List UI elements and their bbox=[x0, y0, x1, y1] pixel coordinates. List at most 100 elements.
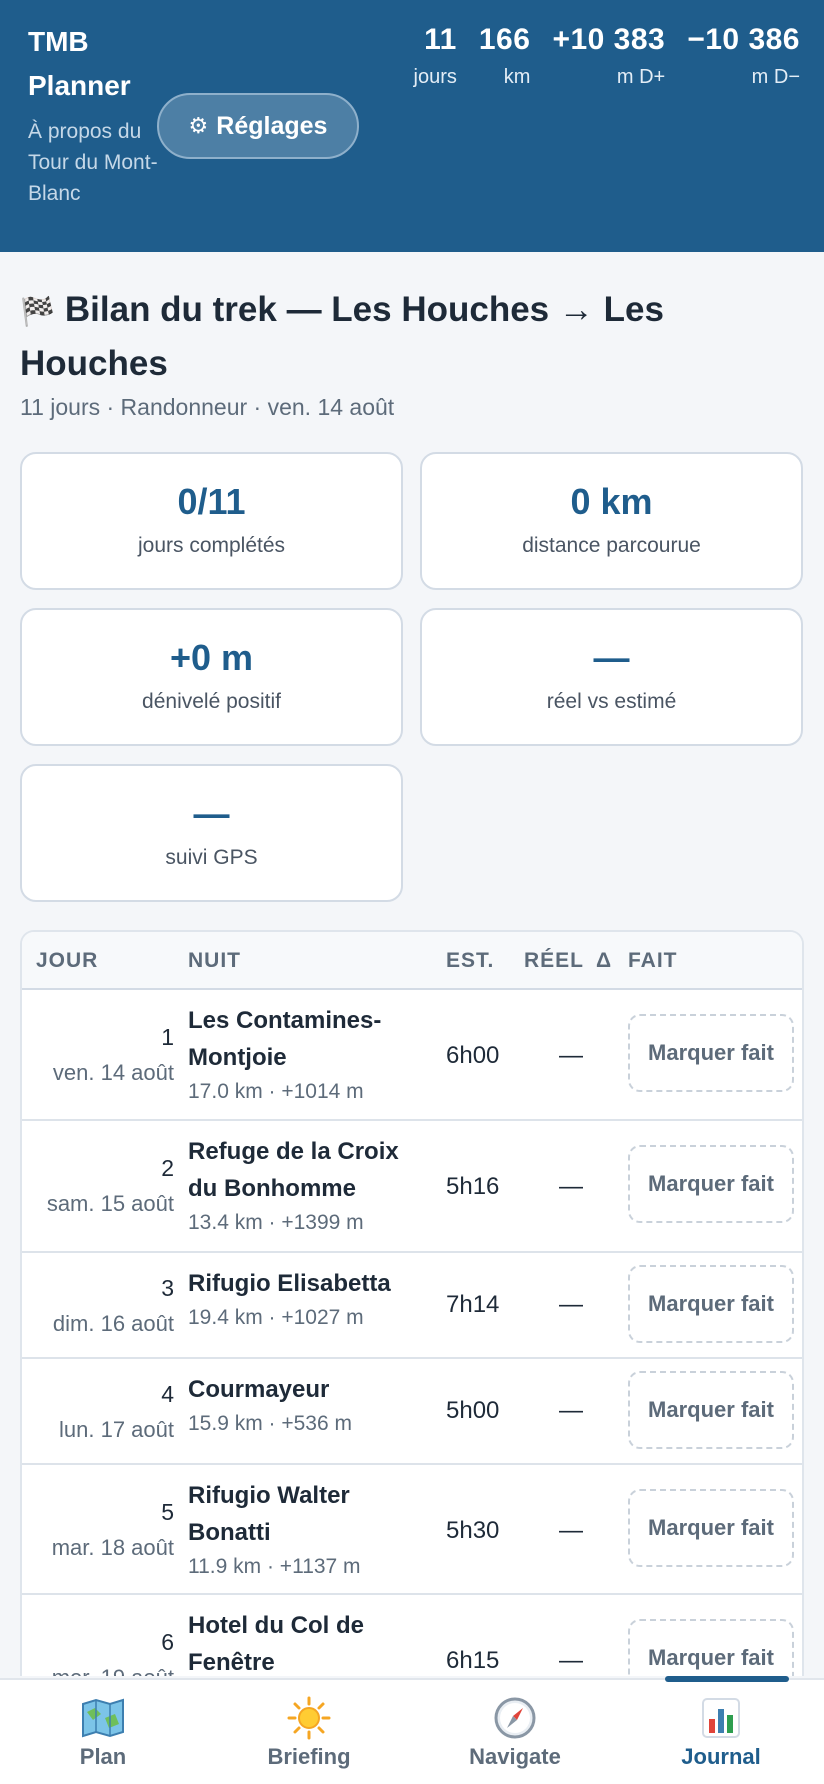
card-value: — bbox=[193, 793, 230, 834]
day-number: 5 bbox=[161, 1499, 174, 1525]
stat-unit: jours bbox=[413, 66, 457, 88]
mark-done-button[interactable]: Marquer fait bbox=[628, 1014, 794, 1092]
table-row: 5 mar. 18 août Rifugio Walter Bonatti 11… bbox=[22, 1465, 802, 1595]
days-table: JOUR NUIT EST. RÉEL Δ FAIT 1 ven. 14 aoû… bbox=[20, 930, 804, 1676]
real-time: — bbox=[559, 1173, 583, 1200]
table-header: JOUR NUIT EST. RÉEL Δ FAIT bbox=[22, 932, 802, 990]
map-icon bbox=[0, 1696, 206, 1740]
night-cell: Refuge de la Croix du Bonhomme 13.4 km ·… bbox=[188, 1133, 428, 1239]
night-name: Rifugio Walter Bonatti bbox=[188, 1482, 350, 1546]
stat-value: 166 bbox=[478, 23, 531, 56]
col-day: JOUR bbox=[36, 949, 99, 972]
real-time: — bbox=[559, 1517, 583, 1544]
stat-distance: 166 km bbox=[479, 18, 531, 92]
estimated-time: 7h14 bbox=[446, 1291, 500, 1318]
day-number: 1 bbox=[161, 1024, 174, 1050]
card-distance: 0 km distance parcourue bbox=[420, 452, 803, 590]
night-name: Refuge de la Croix du Bonhomme bbox=[188, 1138, 399, 1202]
stat-value: −10 386 bbox=[687, 23, 800, 56]
nav-label: Plan bbox=[79, 1744, 127, 1769]
stat-value: +10 383 bbox=[552, 23, 666, 56]
nav-navigate[interactable]: Navigate bbox=[412, 1680, 618, 1784]
day-date: ven. 14 août bbox=[52, 1060, 174, 1085]
day-date: sam. 15 août bbox=[46, 1191, 174, 1216]
gear-icon: ⚙ bbox=[188, 113, 209, 138]
night-cell: Les Contamines-Montjoie 17.0 km · +1014 … bbox=[188, 1002, 428, 1108]
card-real-vs-estimate: — réel vs estimé bbox=[420, 608, 803, 746]
card-label: suivi GPS bbox=[165, 846, 258, 869]
day-number: 2 bbox=[161, 1155, 174, 1181]
nav-journal[interactable]: Journal bbox=[618, 1676, 824, 1784]
estimated-time: 5h00 bbox=[446, 1397, 500, 1424]
app-header: TMB Planner À propos du Tour du Mont-Bla… bbox=[0, 0, 824, 252]
real-time: — bbox=[559, 1042, 583, 1069]
compass-icon bbox=[412, 1696, 618, 1740]
settings-button[interactable]: ⚙ Réglages bbox=[157, 93, 359, 159]
table-row: 4 lun. 17 août Courmayeur 15.9 km · +536… bbox=[22, 1359, 802, 1465]
col-delta: Δ bbox=[596, 949, 613, 972]
real-time: — bbox=[559, 1291, 583, 1318]
card-value: 0 km bbox=[570, 481, 653, 522]
app-title: TMB Planner bbox=[28, 26, 131, 101]
mark-done-button[interactable]: Marquer fait bbox=[628, 1145, 794, 1223]
night-cell: Hotel du Col de Fenêtre bbox=[188, 1607, 428, 1676]
page-title-text: Bilan du trek — Les Houches → Les Houche… bbox=[20, 290, 664, 383]
col-real: RÉEL bbox=[524, 949, 585, 972]
night-name: Les Contamines-Montjoie bbox=[188, 1007, 382, 1071]
stat-unit: km bbox=[503, 66, 531, 88]
card-value: — bbox=[593, 637, 630, 678]
night-cell: Courmayeur 15.9 km · +536 m bbox=[188, 1371, 428, 1440]
night-meta: 19.4 km · +1027 m bbox=[188, 1306, 364, 1329]
day-number: 3 bbox=[161, 1275, 174, 1301]
night-meta: 11.9 km · +1137 m bbox=[188, 1555, 361, 1578]
mark-done-button[interactable]: Marquer fait bbox=[628, 1619, 794, 1676]
day-date: mer. 19 août bbox=[52, 1665, 174, 1676]
night-name: Courmayeur bbox=[188, 1376, 330, 1403]
brand: TMB Planner À propos du Tour du Mont-Bla… bbox=[28, 20, 158, 209]
estimated-time: 5h16 bbox=[446, 1173, 500, 1200]
night-name: Hotel du Col de Fenêtre bbox=[188, 1612, 364, 1676]
mark-done-button[interactable]: Marquer fait bbox=[628, 1489, 794, 1567]
card-ascent: +0 m dénivelé positif bbox=[20, 608, 403, 746]
day-date: dim. 16 août bbox=[52, 1311, 174, 1336]
day-number: 6 bbox=[161, 1629, 174, 1655]
stat-value: 11 bbox=[424, 23, 457, 56]
estimated-time: 5h30 bbox=[446, 1517, 500, 1544]
nav-plan[interactable]: Plan bbox=[0, 1680, 206, 1784]
card-label: réel vs estimé bbox=[546, 690, 677, 713]
night-cell: Rifugio Walter Bonatti 11.9 km · +1137 m bbox=[188, 1477, 428, 1583]
day-number: 4 bbox=[161, 1381, 174, 1407]
col-night: NUIT bbox=[188, 949, 241, 972]
day-date: lun. 17 août bbox=[59, 1417, 174, 1442]
table-row: 2 sam. 15 août Refuge de la Croix du Bon… bbox=[22, 1121, 802, 1253]
card-days-completed: 0/11 jours complétés bbox=[20, 452, 403, 590]
day-date: mar. 18 août bbox=[51, 1535, 174, 1560]
bottom-nav: Plan Briefing Navigate Journal bbox=[0, 1676, 824, 1784]
about-link[interactable]: À propos du Tour du Mont-Blanc bbox=[28, 116, 158, 209]
card-label: dénivelé positif bbox=[142, 690, 281, 713]
night-meta: 15.9 km · +536 m bbox=[188, 1412, 352, 1435]
nav-label: Navigate bbox=[469, 1744, 561, 1769]
checkered-flag-icon: 🏁 bbox=[20, 296, 55, 327]
estimated-time: 6h15 bbox=[446, 1647, 500, 1674]
trek-stats: 11 jours 166 km +10 383 m D+ −10 386 m D… bbox=[414, 18, 800, 92]
nav-label: Journal bbox=[681, 1744, 761, 1769]
stat-ascent: +10 383 m D+ bbox=[552, 18, 665, 92]
stat-descent: −10 386 m D− bbox=[687, 18, 800, 92]
estimated-time: 6h00 bbox=[446, 1042, 500, 1069]
mark-done-button[interactable]: Marquer fait bbox=[628, 1265, 794, 1343]
active-tab-indicator bbox=[665, 1676, 789, 1682]
card-label: jours complétés bbox=[137, 534, 286, 557]
night-name: Rifugio Elisabetta bbox=[188, 1270, 391, 1297]
table-row: 3 dim. 16 août Rifugio Elisabetta 19.4 k… bbox=[22, 1253, 802, 1359]
nav-briefing[interactable]: Briefing bbox=[206, 1680, 412, 1784]
page-subtitle: 11 jours · Randonneur · ven. 14 août bbox=[20, 394, 395, 420]
mark-done-button[interactable]: Marquer fait bbox=[628, 1371, 794, 1449]
night-meta: 13.4 km · +1399 m bbox=[188, 1211, 364, 1234]
col-done: FAIT bbox=[628, 949, 678, 972]
table-row: 6 mer. 19 août Hotel du Col de Fenêtre 6… bbox=[22, 1595, 802, 1676]
stat-unit: m D+ bbox=[616, 66, 666, 88]
card-value: +0 m bbox=[169, 637, 254, 678]
real-time: — bbox=[559, 1647, 583, 1674]
real-time: — bbox=[559, 1397, 583, 1424]
